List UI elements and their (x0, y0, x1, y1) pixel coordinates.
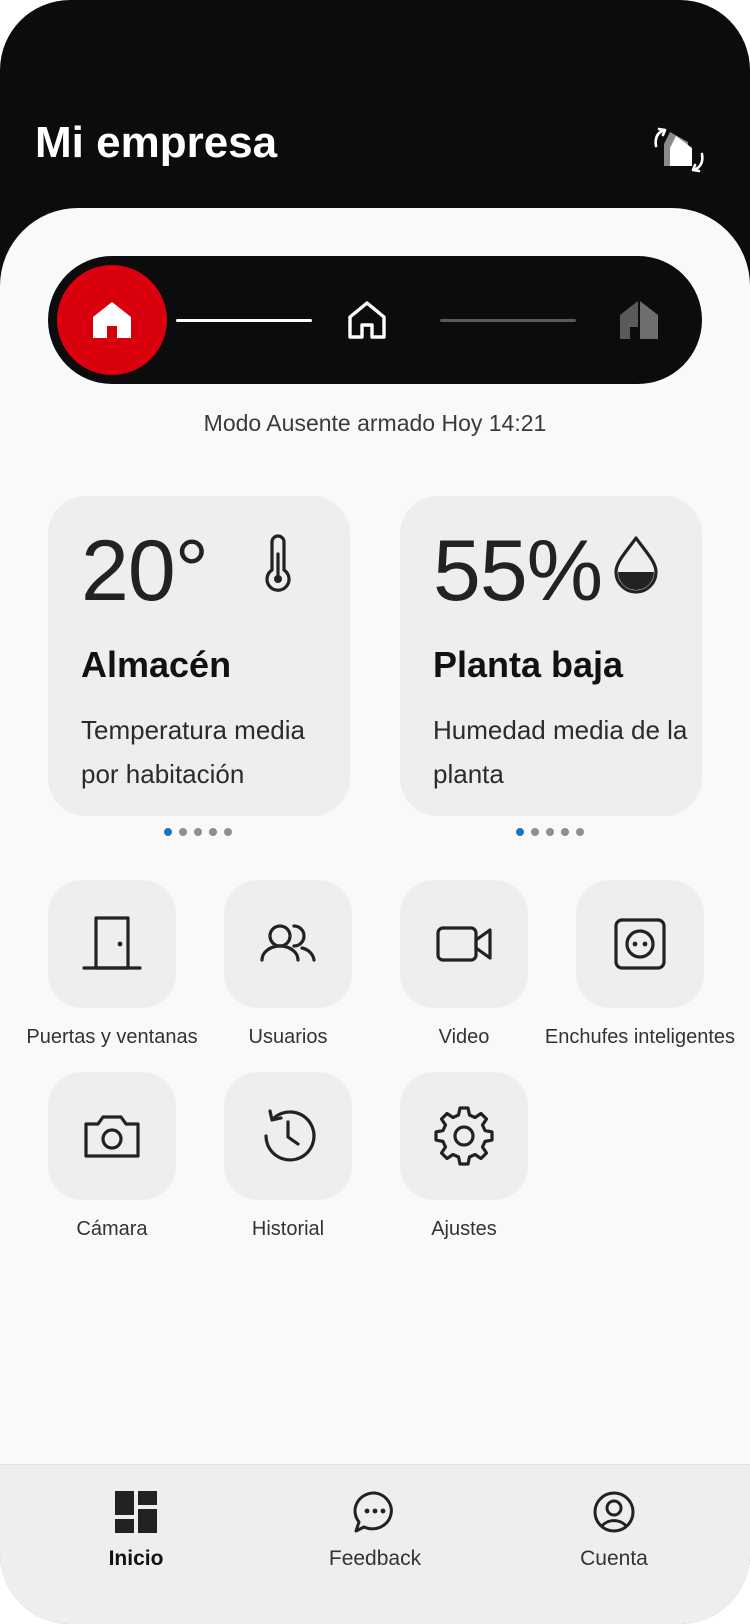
tile-label: Historial (251, 1218, 325, 1240)
video-icon (436, 926, 492, 962)
home-outline-icon (348, 301, 386, 339)
main-content: Modo Ausente armado Hoy 14:21 20° Almacé… (0, 208, 750, 1624)
dashboard-icon (115, 1491, 157, 1533)
card-pagination (516, 828, 584, 836)
tile-label: Video (438, 1026, 490, 1048)
page-dot (164, 828, 172, 836)
mode-selector[interactable] (48, 256, 702, 384)
mode-status-text: Modo Ausente armado Hoy 14:21 (203, 410, 547, 436)
card-pagination (164, 828, 232, 836)
mode-progress-line (440, 319, 576, 322)
nav-label: Feedback (328, 1547, 422, 1570)
history-button[interactable] (224, 1072, 352, 1200)
card-title: Planta baja (433, 644, 624, 685)
page-dot (516, 828, 524, 836)
page-dot (561, 828, 569, 836)
page-title: Mi empresa (35, 118, 278, 167)
history-icon (264, 1109, 316, 1162)
settings-button[interactable] (400, 1072, 528, 1200)
nav-label: Cuenta (580, 1547, 648, 1570)
thermometer-icon (260, 534, 296, 599)
feedback-icon (353, 1491, 393, 1533)
smart-plug-icon (614, 918, 666, 970)
smart-plugs-button[interactable] (576, 880, 704, 1008)
nav-item-cuenta[interactable]: Cuenta (534, 1489, 694, 1599)
page-dot (546, 828, 554, 836)
camera-icon (84, 1115, 140, 1158)
account-icon (593, 1491, 635, 1533)
nav-label: Inicio (108, 1547, 164, 1570)
tile-label: Cámara (76, 1218, 148, 1240)
camera-button[interactable] (48, 1072, 176, 1200)
card-title: Almacén (81, 644, 232, 685)
video-button[interactable] (400, 880, 528, 1008)
page-dot (531, 828, 539, 836)
page-dot (209, 828, 217, 836)
tile-label: Ajustes (431, 1218, 497, 1240)
card-description: Temperatura media por habitación (81, 715, 305, 789)
door-icon (82, 916, 142, 970)
nav-item-inicio[interactable]: Inicio (56, 1489, 216, 1599)
page-dot (576, 828, 584, 836)
humidity-card[interactable]: 55% Planta baja Humedad media de la plan… (400, 496, 702, 816)
mode-night-button[interactable] (616, 297, 662, 343)
doors-windows-button[interactable] (48, 880, 176, 1008)
bottom-navigation: Inicio Feedback Cuenta (0, 1464, 750, 1624)
settings-icon (434, 1106, 494, 1166)
droplet-icon (612, 534, 660, 599)
mode-home-button[interactable] (344, 297, 390, 343)
card-value: 55% (433, 523, 603, 619)
temperature-card[interactable]: 20° Almacén Temperatura media por habita… (48, 496, 350, 816)
mode-progress-line (176, 319, 312, 322)
home-switch-icon[interactable] (648, 126, 710, 176)
mode-away-button[interactable] (57, 265, 167, 375)
app-screen: Mi empresa Modo Ausente armado Hoy 14:21… (0, 0, 750, 1624)
card-description: Humedad media de la planta (433, 715, 688, 789)
home-filled-icon (93, 302, 131, 338)
page-dot (179, 828, 187, 836)
users-icon (260, 924, 316, 962)
tile-label: Usuarios (248, 1026, 328, 1048)
tile-label: Puertas y ventanas (26, 1026, 198, 1048)
card-value: 20° (81, 523, 209, 619)
tile-label: Enchufes inteligentes (544, 1026, 736, 1048)
nav-item-feedback[interactable]: Feedback (295, 1489, 455, 1599)
page-dot (224, 828, 232, 836)
page-dot (194, 828, 202, 836)
home-dim-icon (620, 301, 658, 339)
users-button[interactable] (224, 880, 352, 1008)
